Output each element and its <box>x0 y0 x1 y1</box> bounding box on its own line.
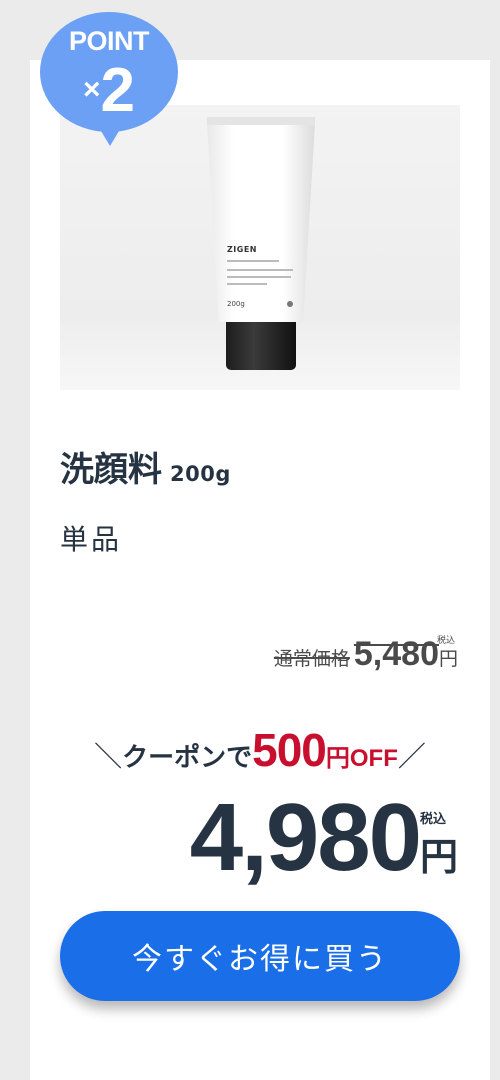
coupon-text: クーポンで <box>122 743 253 773</box>
face-wash-tube: ZIGEN 200g <box>207 117 315 372</box>
coupon-amount: 500 <box>252 724 327 776</box>
regular-price-value: 5,480 <box>353 635 439 673</box>
sale-price-tax-label: 税込 <box>419 812 446 827</box>
coupon-unit: 円 <box>325 744 350 772</box>
coupon-deco-right: ／ <box>397 740 426 773</box>
product-card: ZIGEN 200g 洗顔料 200g 単品 通常価格 5,480 税込円 ＼クーポン… <box>30 60 490 1080</box>
tube-cap <box>226 322 296 370</box>
tube-text-line <box>227 276 291 278</box>
product-size: 200g <box>170 462 231 486</box>
sale-price-value: 4,980 <box>189 784 422 891</box>
sale-price-unit: 円 <box>419 835 458 879</box>
badge-label: POINT <box>68 26 150 56</box>
badge-multiplier: ×2 <box>40 60 178 122</box>
coupon-deco-left: ＼ <box>94 740 123 773</box>
tube-text-line <box>227 283 267 285</box>
regular-price: 通常価格 5,480 税込円 <box>274 635 458 674</box>
tube-body <box>207 123 315 322</box>
buy-now-button[interactable]: 今すぐお得に買う <box>60 911 460 1001</box>
product-type: 単品 <box>60 523 123 556</box>
point-badge: POINT ×2 <box>40 12 178 150</box>
tube-logo-mark <box>287 301 293 307</box>
badge-multiplier-value: 2 <box>100 56 135 125</box>
tube-weight-text: 200g <box>227 300 245 308</box>
sale-price: 4,980 税込円 <box>190 785 458 891</box>
tube-text-line <box>227 260 279 262</box>
regular-price-tax-label: 税込 <box>436 636 455 646</box>
tube-brand-text: ZIGEN <box>227 245 258 254</box>
regular-price-label: 通常価格 <box>273 648 350 670</box>
regular-price-unit: 円 <box>438 648 458 670</box>
coupon-discount-line: ＼クーポンで500円OFF／ <box>30 723 490 777</box>
badge-multiplier-symbol: × <box>82 73 101 106</box>
tube-text-line <box>227 269 293 271</box>
product-title: 洗顔料 200g <box>60 442 231 491</box>
tube-seal <box>207 117 315 125</box>
product-name: 洗顔料 <box>60 450 162 490</box>
badge-tail <box>98 126 122 146</box>
coupon-off: OFF <box>349 745 398 772</box>
